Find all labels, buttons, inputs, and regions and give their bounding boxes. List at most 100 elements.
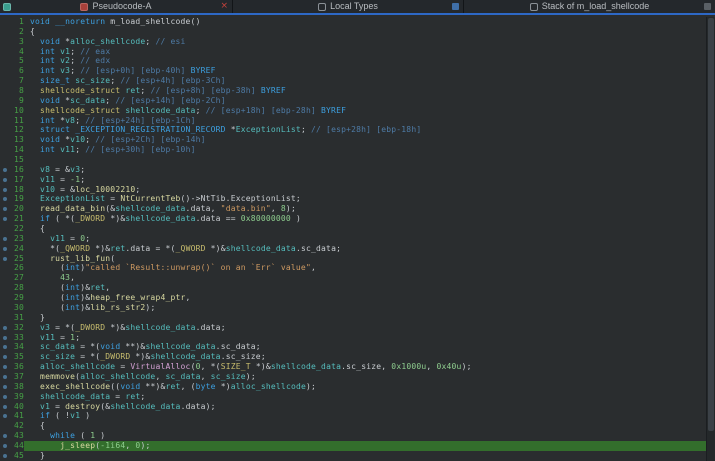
code-line[interactable]: 40 v1 = destroy(&shellcode_data.data); [0, 402, 706, 412]
address-dot[interactable] [0, 194, 11, 204]
vertical-scrollbar[interactable] [706, 17, 715, 461]
code-text [24, 155, 706, 165]
code-line[interactable]: 6 int v3; // [esp+0h] [ebp-40h] BYREF [0, 66, 706, 76]
code-line[interactable]: 5 int v2; // edx [0, 56, 706, 66]
address-dot[interactable] [0, 333, 11, 343]
code-line[interactable]: 30 (int)&lib_rs_str2); [0, 303, 706, 313]
code-line[interactable]: 26 (int)"called `Result::unwrap()` on an… [0, 263, 706, 273]
code-line[interactable]: 44 j_sleep(-1i64, 0); [0, 441, 706, 451]
code-line[interactable]: 32 v3 = *(_DWORD *)&shellcode_data.data; [0, 323, 706, 333]
code-line[interactable]: 35 sc_size = *(_DWORD *)&shellcode_data.… [0, 352, 706, 362]
address-dot[interactable] [0, 185, 11, 195]
code-line[interactable]: 8 shellcode_struct ret; // [esp+8h] [ebp… [0, 86, 706, 96]
line-number: 38 [11, 382, 24, 392]
line-number: 22 [11, 224, 24, 234]
code-line[interactable]: 19 ExceptionList = NtCurrentTeb()->NtTib… [0, 194, 706, 204]
highlighted-code-text: j_sleep(-1i64, 0); [24, 441, 706, 451]
code-line[interactable]: 34 sc_data = *(void **)&shellcode_data.s… [0, 342, 706, 352]
tab-local-types[interactable]: Local Types [233, 0, 464, 13]
address-dot[interactable] [0, 411, 11, 421]
code-text: { [24, 27, 706, 37]
code-text: void __noreturn m_load_shellcode() [24, 17, 706, 27]
tab-title: Local Types [330, 0, 378, 13]
address-dot[interactable] [0, 431, 11, 441]
address-dot[interactable] [0, 175, 11, 185]
dot-margin [0, 421, 11, 431]
address-dot[interactable] [0, 165, 11, 175]
line-number: 24 [11, 244, 24, 254]
code-text: v10 = &loc_10002210; [24, 185, 706, 195]
address-dot[interactable] [0, 362, 11, 372]
dot-margin [0, 273, 11, 283]
code-line[interactable]: 36 alloc_shellcode = VirtualAlloc(0, *(S… [0, 362, 706, 372]
code-line[interactable]: 21 if ( *(_DWORD *)&shellcode_data.data … [0, 214, 706, 224]
code-line[interactable]: 33 v11 = 1; [0, 333, 706, 343]
code-line[interactable]: 28 (int)&ret, [0, 283, 706, 293]
code-line[interactable]: 14 int v11; // [esp+30h] [ebp-10h] [0, 145, 706, 155]
code-line[interactable]: 22 { [0, 224, 706, 234]
code-line[interactable]: 1void __noreturn m_load_shellcode() [0, 17, 706, 27]
code-line[interactable]: 2{ [0, 27, 706, 37]
code-line[interactable]: 23 v11 = 0; [0, 234, 706, 244]
address-dot[interactable] [0, 342, 11, 352]
address-dot[interactable] [0, 392, 11, 402]
code-line[interactable]: 7 size_t sc_size; // [esp+4h] [ebp-3Ch] [0, 76, 706, 86]
address-dot[interactable] [0, 204, 11, 214]
dot-margin [0, 224, 11, 234]
tab-stack-of-m-load-shellcode[interactable]: Stack of m_load_shellcode [464, 0, 715, 13]
address-dot[interactable] [0, 382, 11, 392]
code-line[interactable]: 15 [0, 155, 706, 165]
code-line[interactable]: 16 v8 = &v3; [0, 165, 706, 175]
code-text: v11 = 0; [24, 234, 706, 244]
scrollbar-thumb[interactable] [708, 18, 714, 431]
address-dot[interactable] [0, 254, 11, 264]
code-line[interactable]: 43 while ( 1 ) [0, 431, 706, 441]
code-line[interactable]: 4 int v1; // eax [0, 47, 706, 57]
code-line[interactable]: 9 void *sc_data; // [esp+14h] [ebp-2Ch] [0, 96, 706, 106]
dot-margin [0, 17, 11, 27]
address-dot[interactable] [0, 323, 11, 333]
line-number: 43 [11, 431, 24, 441]
tab-title: Stack of m_load_shellcode [542, 0, 650, 13]
dock-icon[interactable] [452, 3, 459, 10]
code-line[interactable]: 37 memmove(alloc_shellcode, sc_data, sc_… [0, 372, 706, 382]
address-dot[interactable] [0, 352, 11, 362]
address-dot[interactable] [0, 214, 11, 224]
address-dot[interactable] [0, 234, 11, 244]
code-line[interactable]: 31 } [0, 313, 706, 323]
code-line[interactable]: 45 } [0, 451, 706, 461]
address-dot[interactable] [0, 372, 11, 382]
dot-margin [0, 283, 11, 293]
code-line[interactable]: 11 int *v8; // [esp+24h] [ebp-1Ch] [0, 116, 706, 126]
code-line[interactable]: 29 (int)&heap_free_wrap4_ptr, [0, 293, 706, 303]
code-line[interactable]: 18 v10 = &loc_10002210; [0, 185, 706, 195]
tab-pseudocode-a[interactable]: Pseudocode-A × [0, 0, 233, 13]
code-text: rust_lib_fun( [24, 254, 706, 264]
code-line[interactable]: 20 read_data_bin(&shellcode_data.data, "… [0, 204, 706, 214]
code-line[interactable]: 13 void *v10; // [esp+2Ch] [ebp-14h] [0, 135, 706, 145]
local-types-icon [318, 3, 326, 11]
line-number: 1 [11, 17, 24, 27]
code-line[interactable]: 17 v11 = -1; [0, 175, 706, 185]
code-line[interactable]: 41 if ( !v1 ) [0, 411, 706, 421]
code-line[interactable]: 25 rust_lib_fun( [0, 254, 706, 264]
code-text: exec_shellcode((void **)&ret, (byte *)al… [24, 382, 706, 392]
code-line[interactable]: 42 { [0, 421, 706, 431]
stack-icon [530, 3, 538, 11]
address-dot[interactable] [0, 244, 11, 254]
close-icon[interactable]: × [220, 0, 228, 13]
code-line[interactable]: 38 exec_shellcode((void **)&ret, (byte *… [0, 382, 706, 392]
code-line[interactable]: 3 void *alloc_shellcode; // esi [0, 37, 706, 47]
panel-menu-icon[interactable] [704, 3, 711, 10]
address-dot[interactable] [0, 441, 11, 451]
code-line[interactable]: 12 struct _EXCEPTION_REGISTRATION_RECORD… [0, 125, 706, 135]
code-line[interactable]: 10 shellcode_struct shellcode_data; // [… [0, 106, 706, 116]
address-dot[interactable] [0, 402, 11, 412]
line-number: 30 [11, 303, 24, 313]
code-line[interactable]: 39 shellcode_data = ret; [0, 392, 706, 402]
dot-margin [0, 86, 11, 96]
code-text: if ( !v1 ) [24, 411, 706, 421]
code-line[interactable]: 24 *(_QWORD *)&ret.data = *(_QWORD *)&sh… [0, 244, 706, 254]
address-dot[interactable] [0, 451, 11, 461]
code-line[interactable]: 27 43, [0, 273, 706, 283]
